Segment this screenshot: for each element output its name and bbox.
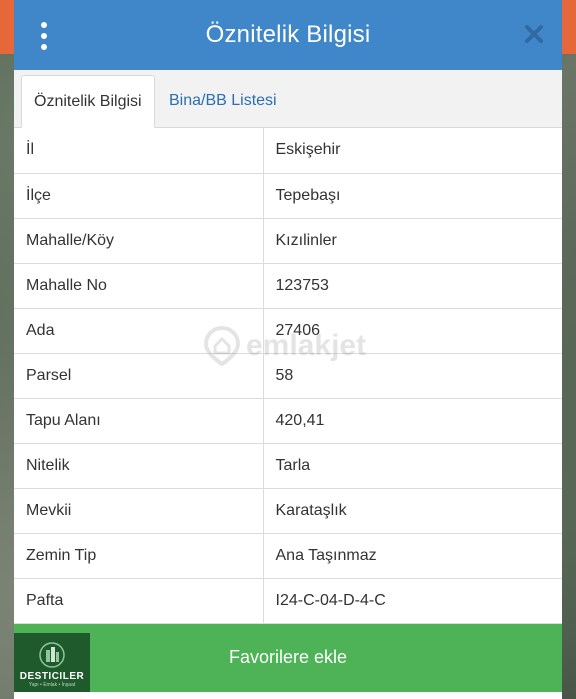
tab-bar: Öznitelik Bilgisi Bina/BB Listesi bbox=[14, 70, 562, 128]
row-value: Karataşlık bbox=[263, 488, 562, 534]
row-value: 123753 bbox=[263, 263, 562, 309]
agency-logo: DESTICILER Yapı • Emlak • İnşaat bbox=[14, 633, 90, 692]
row-value: Tarla bbox=[263, 443, 562, 489]
table-row: Ada 27406 bbox=[14, 308, 562, 354]
attribute-info-dialog: Öznitelik Bilgisi Öznitelik Bilgisi Bina… bbox=[14, 0, 562, 699]
row-value: I24-C-04-D-4-C bbox=[263, 578, 562, 624]
table-row: Mahalle No 123753 bbox=[14, 263, 562, 309]
table-row: Pafta I24-C-04-D-4-C bbox=[14, 578, 562, 624]
row-value: 27406 bbox=[263, 308, 562, 354]
logo-subtext: Yapı • Emlak • İnşaat bbox=[28, 682, 76, 688]
row-key: Mahalle No bbox=[14, 263, 264, 309]
kebab-menu-icon[interactable] bbox=[38, 22, 50, 50]
row-value: Kızılinler bbox=[263, 218, 562, 264]
tab-building-list[interactable]: Bina/BB Listesi bbox=[157, 75, 289, 126]
close-icon[interactable] bbox=[524, 24, 544, 44]
tab-attribute-info[interactable]: Öznitelik Bilgisi bbox=[21, 75, 155, 128]
row-key: İlçe bbox=[14, 173, 264, 219]
row-key: Mevkii bbox=[14, 488, 264, 534]
row-key: Parsel bbox=[14, 353, 264, 399]
dialog-footer: Favorilere ekle DESTICILER Yapı • Emlak … bbox=[14, 623, 562, 692]
row-key: Pafta bbox=[14, 578, 264, 624]
table-row: Nitelik Tarla bbox=[14, 443, 562, 489]
row-key: İl bbox=[14, 128, 264, 174]
row-key: Mahalle/Köy bbox=[14, 218, 264, 264]
table-row: İl Eskişehir bbox=[14, 128, 562, 174]
row-key: Tapu Alanı bbox=[14, 398, 264, 444]
row-key: Zemin Tip bbox=[14, 533, 264, 579]
row-value: Eskişehir bbox=[263, 128, 562, 174]
building-icon bbox=[39, 642, 65, 668]
row-value: Tepebaşı bbox=[263, 173, 562, 219]
table-row: Mevkii Karataşlık bbox=[14, 488, 562, 534]
table-row: İlçe Tepebaşı bbox=[14, 173, 562, 219]
attribute-table: İl Eskişehir İlçe Tepebaşı Mahalle/Köy Kızı… bbox=[14, 128, 562, 624]
dialog-title: Öznitelik Bilgisi bbox=[205, 21, 371, 48]
row-key: Ada bbox=[14, 308, 264, 354]
table-row: Parsel 58 bbox=[14, 353, 562, 399]
table-row: Mahalle/Köy Kızılinler bbox=[14, 218, 562, 264]
row-value: 420,41 bbox=[263, 398, 562, 444]
row-key: Nitelik bbox=[14, 443, 264, 489]
logo-text: DESTICILER bbox=[19, 671, 85, 682]
add-favorite-button[interactable]: Favorilere ekle bbox=[14, 623, 562, 692]
row-value: Ana Taşınmaz bbox=[263, 533, 562, 579]
dialog-header: Öznitelik Bilgisi bbox=[14, 0, 562, 70]
table-row: Zemin Tip Ana Taşınmaz bbox=[14, 533, 562, 579]
table-row: Tapu Alanı 420,41 bbox=[14, 398, 562, 444]
row-value: 58 bbox=[263, 353, 562, 399]
